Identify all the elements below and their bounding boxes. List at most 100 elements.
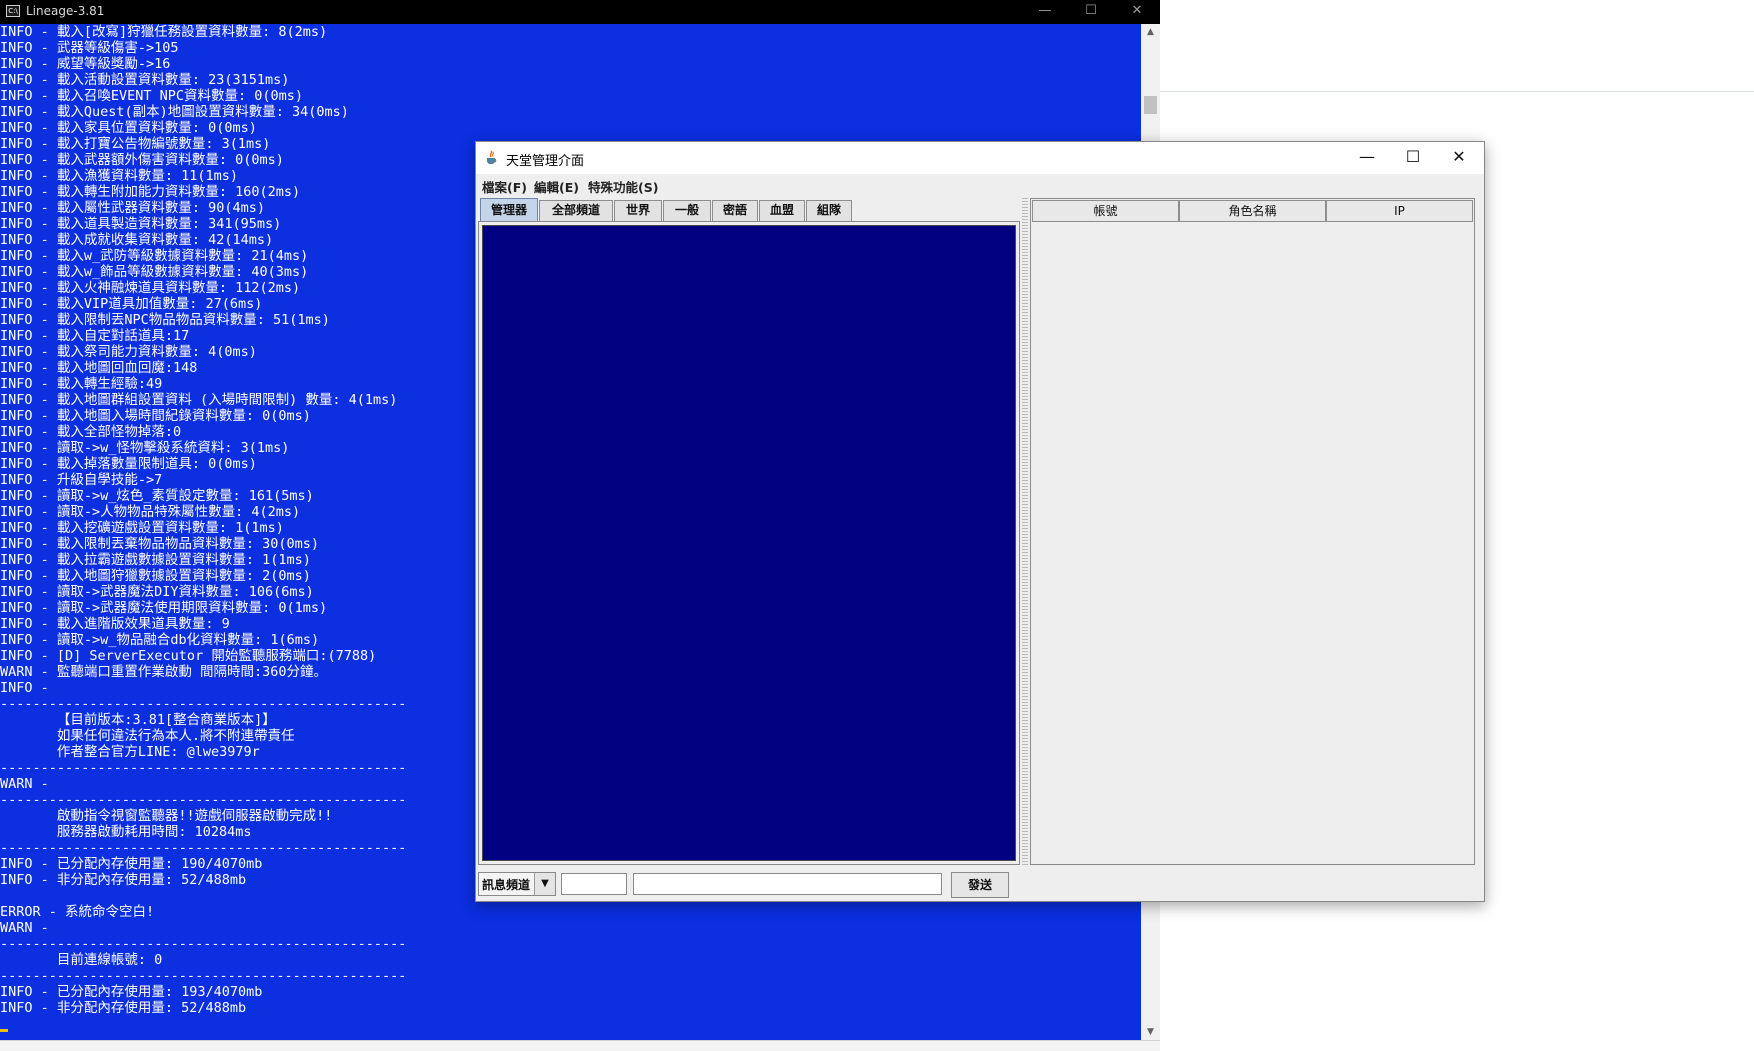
console-line: ----------------------------------------… — [0, 792, 407, 808]
console-line: INFO - [D] ServerExecutor 開始監聽服務端口:(7788… — [0, 648, 377, 664]
target-name-input[interactable] — [561, 873, 627, 895]
column-header-character-name[interactable]: 角色名稱 — [1179, 200, 1326, 222]
console-line: ----------------------------------------… — [0, 936, 407, 952]
console-line: INFO - 載入拉霸遊戲數據設置資料數量: 1(1ms) — [0, 552, 311, 568]
scroll-up-icon[interactable]: ▲ — [1141, 24, 1160, 40]
tab-party[interactable]: 組隊 — [806, 200, 852, 221]
console-line: INFO - 載入限制丟NPC物品物品資料數量: 51(1ms) — [0, 312, 330, 328]
channel-select[interactable]: 訊息頻道 ▼ — [478, 872, 556, 896]
console-line: INFO - 載入地圖群組設置資料 (入場時間限制) 數量: 4(1ms) — [0, 392, 398, 408]
console-line: 服務器啟動耗用時間: 10284ms — [0, 824, 252, 840]
console-line: INFO - 升級自學技能->7 — [0, 472, 163, 488]
tab-clan[interactable]: 血盟 — [759, 200, 805, 221]
tab-whisper[interactable]: 密語 — [712, 200, 758, 221]
console-line: INFO - 載入道具製造資料數量: 341(95ms) — [0, 216, 282, 232]
console-line: ----------------------------------------… — [0, 696, 407, 712]
menu-edit[interactable]: 編輯(E) — [534, 177, 579, 196]
desktop-divider — [1160, 91, 1754, 92]
console-line: INFO - 載入祭司能力資料數量: 4(0ms) — [0, 344, 257, 360]
tab-manager[interactable]: 管理器 — [480, 198, 538, 222]
admin-minimize-icon[interactable]: — — [1344, 142, 1390, 174]
console-line: INFO - 載入自定對話道具:17 — [0, 328, 190, 344]
admin-window: 天堂管理介面 — ☐ ✕ 檔案(F) 編輯(E) 特殊功能(S) 管理器 全部頻… — [475, 141, 1485, 902]
console-line: INFO - — [0, 680, 49, 696]
admin-titlebar: 天堂管理介面 — ☐ ✕ — [476, 142, 1484, 174]
console-line: INFO - 載入家具位置資料數量: 0(0ms) — [0, 120, 257, 136]
console-line: WARN - — [0, 920, 49, 936]
console-line: INFO - 已分配內存使用量: 190/4070mb — [0, 856, 263, 872]
console-line: INFO - 已分配內存使用量: 193/4070mb — [0, 984, 263, 1000]
console-line: INFO - 載入[改寫]狩獵任務設置資料數量: 8(2ms) — [0, 24, 328, 40]
console-line: INFO - 載入地圖狩獵數據設置資料數量: 2(0ms) — [0, 568, 311, 584]
console-line: INFO - 載入打寶公告物編號數量: 3(1ms) — [0, 136, 271, 152]
console-line: INFO - 載入成就收集資料數量: 42(14ms) — [0, 232, 274, 248]
console-cursor — [0, 1029, 8, 1032]
menubar: 檔案(F) 編輯(E) 特殊功能(S) — [476, 174, 1484, 196]
console-line: INFO - 讀取->w_物品融合db化資料數量: 1(6ms) — [0, 632, 320, 648]
console-line: 作者整合官方LINE: @lwe3979r — [0, 744, 260, 760]
message-log-area[interactable] — [482, 225, 1016, 861]
console-line: INFO - 載入全部怪物掉落:0 — [0, 424, 182, 440]
console-line: ----------------------------------------… — [0, 760, 407, 776]
tab-world[interactable]: 世界 — [614, 200, 662, 221]
console-line: INFO - 載入屬性武器資料數量: 90(4ms) — [0, 200, 266, 216]
console-line: INFO - 載入挖礦遊戲設置資料數量: 1(1ms) — [0, 520, 284, 536]
admin-maximize-icon[interactable]: ☐ — [1390, 142, 1436, 174]
admin-close-icon[interactable]: ✕ — [1436, 142, 1482, 174]
column-header-account[interactable]: 帳號 — [1032, 200, 1179, 222]
console-line: ERROR - 系統命令空白! — [0, 904, 155, 920]
console-line: INFO - 載入限制丟棄物品物品資料數量: 30(0ms) — [0, 536, 320, 552]
console-line: WARN - 監聽端口重置作業啟動 間隔時間:360分鐘。 — [0, 664, 328, 680]
console-line: ----------------------------------------… — [0, 840, 407, 856]
console-line: INFO - 威望等級獎勵->16 — [0, 56, 171, 72]
channel-pane: 管理器 全部頻道 世界 一般 密語 血盟 組隊 — [478, 198, 1020, 865]
console-line: 如果任何違法行為本人.將不附連帶責任 — [0, 728, 295, 744]
console-minimize-icon[interactable]: — — [1022, 0, 1068, 24]
console-line: INFO - 載入漁獲資料數量: 11(1ms) — [0, 168, 239, 184]
console-app-icon: C:\ — [6, 5, 20, 17]
console-line: INFO - 載入掉落數量限制道具: 0(0ms) — [0, 456, 257, 472]
console-maximize-icon[interactable]: ☐ — [1068, 0, 1114, 24]
console-line: INFO - 讀取->武器魔法DIY資料數量: 106(6ms) — [0, 584, 314, 600]
console-titlebar: C:\ Lineage-3.81 — ☐ ✕ — [0, 0, 1160, 24]
console-line: INFO - 載入地圖回血回魔:148 — [0, 360, 198, 376]
column-header-ip[interactable]: IP — [1326, 200, 1473, 222]
console-line: INFO - 載入VIP道具加值數量: 27(6ms) — [0, 296, 263, 312]
console-line: INFO - 載入轉生經驗:49 — [0, 376, 163, 392]
menu-special-functions[interactable]: 特殊功能(S) — [588, 177, 658, 196]
console-line: INFO - 載入召喚EVENT NPC資料數量: 0(0ms) — [0, 88, 304, 104]
tab-normal[interactable]: 一般 — [663, 200, 711, 221]
console-line: INFO - 載入Quest(副本)地圖設置資料數量: 34(0ms) — [0, 104, 349, 120]
send-button[interactable]: 發送 — [951, 872, 1009, 898]
console-line: INFO - 載入w_飾品等級數據資料數量: 40(3ms) — [0, 264, 309, 280]
console-line: INFO - 載入火神融煉道具資料數量: 112(2ms) — [0, 280, 301, 296]
console-line: INFO - 讀取->武器魔法使用期限資料數量: 0(1ms) — [0, 600, 328, 616]
table-header: 帳號 角色名稱 IP — [1032, 200, 1473, 222]
console-line: INFO - 讀取->w_炫色_素質設定數量: 161(5ms) — [0, 488, 314, 504]
console-title: Lineage-3.81 — [26, 4, 105, 18]
console-line: INFO - 讀取->w_怪物擊殺系統資料: 3(1ms) — [0, 440, 290, 456]
console-line: 【目前版本:3.81[整合商業版本]】 — [0, 712, 276, 728]
split-pane-divider[interactable] — [1022, 198, 1028, 865]
online-players-table: 帳號 角色名稱 IP — [1030, 198, 1475, 865]
message-input[interactable] — [633, 873, 942, 895]
console-line: ----------------------------------------… — [0, 968, 407, 984]
console-close-icon[interactable]: ✕ — [1114, 0, 1160, 24]
console-line: INFO - 載入w_武防等級數據資料數量: 21(4ms) — [0, 248, 309, 264]
console-line: WARN - — [0, 776, 49, 792]
menu-file[interactable]: 檔案(F) — [482, 177, 527, 196]
java-cup-icon — [487, 150, 497, 164]
tab-all-channels[interactable]: 全部頻道 — [539, 200, 613, 221]
chat-input-bar: 訊息頻道 ▼ 發送 — [476, 870, 1484, 900]
channel-select-value: 訊息頻道 — [482, 878, 531, 892]
scroll-down-icon[interactable]: ▼ — [1141, 1024, 1160, 1040]
console-line: 目前連線帳號: 0 — [0, 952, 163, 968]
console-line: INFO - 載入地圖入場時間紀錄資料數量: 0(0ms) — [0, 408, 311, 424]
console-line: INFO - 載入進階版效果道具數量: 9 — [0, 616, 230, 632]
channel-tabs: 管理器 全部頻道 世界 一般 密語 血盟 組隊 — [478, 198, 1020, 222]
console-line: INFO - 非分配內存使用量: 52/488mb — [0, 1000, 247, 1016]
scroll-thumb[interactable] — [1144, 96, 1157, 114]
console-line: INFO - 載入活動設置資料數量: 23(3151ms) — [0, 72, 290, 88]
console-line: INFO - 非分配內存使用量: 52/488mb — [0, 872, 247, 888]
chevron-down-icon[interactable]: ▼ — [534, 873, 555, 895]
